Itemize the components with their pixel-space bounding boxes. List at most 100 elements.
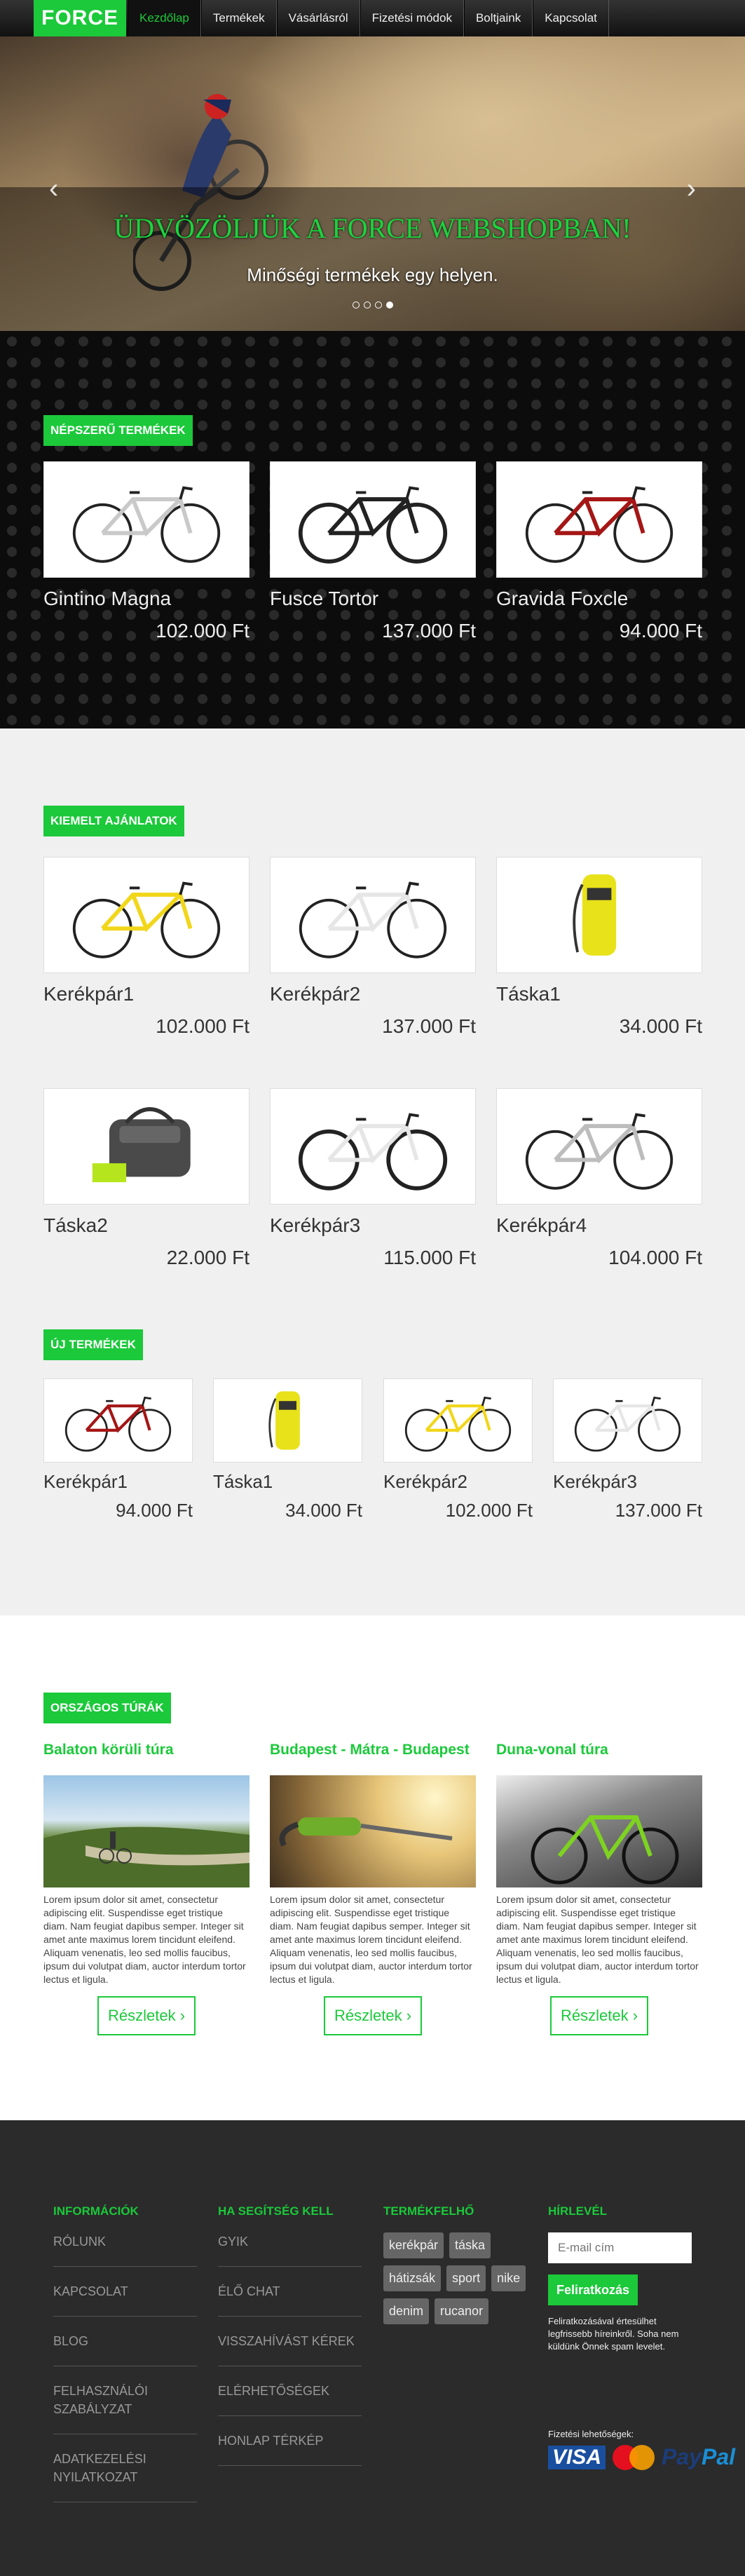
chevron-left-icon[interactable]: ‹ [49, 173, 58, 205]
product-name[interactable]: Kerékpár1 [43, 1471, 193, 1493]
subscribe-button[interactable]: Feliratkozás [548, 2275, 638, 2305]
road-bike-icon[interactable] [553, 1378, 702, 1463]
footer-link[interactable]: Elérhetőségek [218, 2382, 362, 2416]
product-card[interactable]: Táska2 22.000 Ft [43, 1088, 250, 1269]
details-button-label: Részletek [334, 2007, 402, 2024]
product-name[interactable]: Kerékpár3 [270, 1214, 476, 1237]
footer-heading: Termékfelhő [383, 2204, 474, 2218]
tag[interactable]: sport [446, 2265, 486, 2291]
tour-image[interactable] [496, 1775, 702, 1887]
backpack-icon[interactable] [213, 1378, 362, 1463]
product-name[interactable]: Táska1 [496, 983, 702, 1005]
product-name[interactable]: Fusce Tortor [270, 588, 476, 610]
product-price: 22.000 Ft [166, 1247, 250, 1268]
slider-dot[interactable] [374, 301, 382, 309]
footer-link[interactable]: Honlap térkép [218, 2432, 362, 2466]
product-name[interactable]: Gravida Foxcle [496, 588, 702, 610]
tour-image[interactable] [270, 1775, 476, 1887]
nav-item-stores[interactable]: Boltjaink [463, 0, 533, 36]
tour-image[interactable] [43, 1775, 250, 1887]
product-price: 137.000 Ft [382, 620, 476, 642]
footer-link[interactable]: Kapcsolat [53, 2282, 197, 2317]
slider-dot-active[interactable] [385, 301, 393, 309]
product-name[interactable]: Gintino Magna [43, 588, 250, 610]
product-card[interactable]: Gintino Magna 102.000 Ft [43, 461, 250, 642]
product-name[interactable]: Kerékpár2 [270, 983, 476, 1005]
footer-link[interactable]: Rólunk [53, 2232, 197, 2267]
footer-link[interactable]: Adatkezelési nyilatkozat [53, 2450, 197, 2502]
tour-title[interactable]: Duna-vonal túra [496, 1742, 702, 1765]
product-name[interactable]: Táska1 [213, 1471, 362, 1493]
nav-item-shopping[interactable]: Vásárlásról [276, 0, 360, 36]
mountain-bike-icon[interactable] [270, 1088, 476, 1205]
tag[interactable]: rucanor [435, 2298, 489, 2324]
paypal-logo-part: Pay [662, 2444, 702, 2469]
product-price: 102.000 Ft [156, 620, 250, 642]
nav-item-payment[interactable]: Fizetési módok [360, 0, 464, 36]
tag[interactable]: táska [449, 2232, 491, 2258]
footer-link[interactable]: Visszahívást kérek [218, 2332, 362, 2366]
tag[interactable]: kerékpár [383, 2232, 444, 2258]
product-name[interactable]: Kerékpár1 [43, 983, 250, 1005]
bag-icon[interactable] [43, 1088, 250, 1205]
backpack-icon[interactable] [496, 857, 702, 973]
slider-dot[interactable] [352, 301, 360, 309]
road-bike-icon[interactable] [43, 1378, 193, 1463]
hero-title: Üdvözöljük a Force webshopban! [114, 212, 631, 244]
nav-item-home[interactable]: Kezdőlap [128, 0, 201, 36]
footer-info-column: Információk Rólunk Kapcsolat Blog Felhas… [53, 2204, 197, 2518]
product-name[interactable]: Táska2 [43, 1214, 250, 1237]
product-name[interactable]: Kerékpár2 [383, 1471, 533, 1493]
product-name[interactable]: Kerékpár4 [496, 1214, 702, 1237]
mastercard-logo [613, 2444, 655, 2470]
email-field[interactable] [548, 2232, 692, 2263]
road-bike-icon[interactable] [383, 1378, 533, 1463]
footer-link[interactable]: GYIK [218, 2232, 362, 2267]
product-card[interactable]: Kerékpár3 137.000 Ft [553, 1378, 702, 1521]
tour-title[interactable]: Budapest - Mátra - Budapest [270, 1742, 476, 1765]
product-card[interactable]: Kerékpár3 115.000 Ft [270, 1088, 476, 1269]
chevron-right-icon[interactable]: › [687, 173, 696, 205]
paypal-logo: PayPal [662, 2444, 735, 2470]
slider-dot[interactable] [363, 301, 371, 309]
footer-heading: Információk [53, 2204, 139, 2218]
tour-description: Lorem ipsum dolor sit amet, consectetur … [496, 1894, 699, 1985]
road-bike-icon[interactable] [496, 1088, 702, 1205]
hero-slider: ‹ › Üdvözöljük a Force webshopban! Minős… [0, 36, 745, 331]
product-card[interactable]: Táska1 34.000 Ft [213, 1378, 362, 1521]
main-nav: Kezdőlap Termékek Vásárlásról Fizetési m… [128, 0, 609, 36]
footer-link[interactable]: Blog [53, 2332, 197, 2366]
tag[interactable]: nike [491, 2265, 526, 2291]
tag[interactable]: denim [383, 2298, 430, 2324]
road-bike-icon[interactable] [270, 857, 476, 973]
product-price: 94.000 Ft [116, 1500, 193, 1521]
product-card[interactable]: Fusce Tortor 137.000 Ft [270, 461, 476, 642]
payment-note: Fizetési lehetőségek: [548, 2429, 634, 2439]
section-title: Új termékek [43, 1329, 143, 1360]
details-button[interactable]: Részletek › [550, 1996, 648, 2035]
product-card[interactable]: Kerékpár4 104.000 Ft [496, 1088, 702, 1269]
product-price: 94.000 Ft [619, 620, 702, 642]
tag[interactable]: hátizsák [383, 2265, 442, 2291]
nav-item-products[interactable]: Termékek [200, 0, 277, 36]
road-bike-icon[interactable] [43, 857, 250, 973]
footer-newsletter-column: Hírlevél Feliratkozás Feliratkozásával é… [548, 2204, 692, 2353]
details-button[interactable]: Részletek › [324, 1996, 422, 2035]
footer-link[interactable]: Felhasználói szabályzat [53, 2382, 197, 2434]
brand-logo[interactable]: FORCE [34, 0, 126, 36]
road-bike-icon[interactable] [496, 461, 702, 578]
mountain-bike-icon[interactable] [270, 461, 476, 578]
road-bike-icon[interactable] [43, 461, 250, 578]
product-card[interactable]: Kerékpár1 102.000 Ft [43, 857, 250, 1038]
product-card[interactable]: Kerékpár2 137.000 Ft [270, 857, 476, 1038]
details-button[interactable]: Részletek › [97, 1996, 196, 2035]
product-card[interactable]: Kerékpár1 94.000 Ft [43, 1378, 193, 1521]
product-card[interactable]: Táska1 34.000 Ft [496, 857, 702, 1038]
nav-item-contact[interactable]: Kapcsolat [533, 0, 609, 36]
product-card[interactable]: Kerékpár2 102.000 Ft [383, 1378, 533, 1521]
product-card[interactable]: Gravida Foxcle 94.000 Ft [496, 461, 702, 642]
tours-section: Országos túrák Balaton körüli túra Lorem… [0, 1615, 745, 2120]
tour-title[interactable]: Balaton körüli túra [43, 1742, 250, 1765]
footer-link[interactable]: Élő chat [218, 2282, 362, 2317]
product-name[interactable]: Kerékpár3 [553, 1471, 702, 1493]
